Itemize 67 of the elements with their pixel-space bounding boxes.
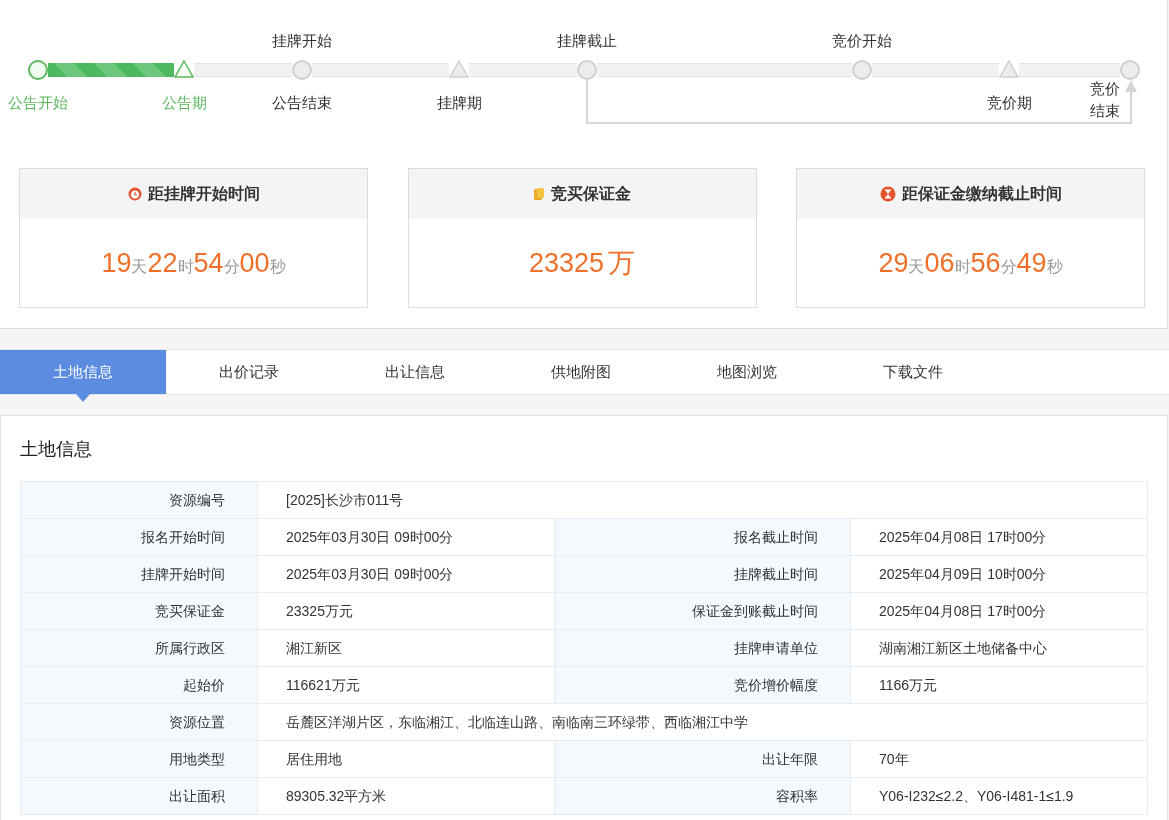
field-label: 挂牌申请单位	[554, 630, 851, 666]
timeline-label: 挂牌截止	[557, 31, 617, 51]
field-value: 70年	[878, 749, 910, 769]
field-value: 2025年03月30日 09时00分	[285, 527, 455, 547]
timeline-label: 竞价开始	[832, 31, 892, 51]
field-value: [2025]长沙市011号	[285, 490, 405, 510]
field-value: 2025年04月08日 17时00分	[878, 527, 1048, 547]
card-unit: 万	[608, 246, 636, 280]
card-number: 54	[193, 246, 224, 280]
card-unit: 秒	[269, 258, 286, 277]
card-number: 22	[147, 246, 178, 280]
field-label: 竞价增价幅度	[554, 667, 851, 703]
field-value: 湖南湘江新区土地储备中心	[878, 638, 1048, 658]
card-unit: 秒	[1046, 258, 1063, 277]
field-label: 挂牌截止时间	[554, 556, 851, 592]
section-title: 土地信息	[20, 438, 93, 461]
timeline-label: 挂牌开始	[272, 31, 332, 51]
field-label: 起始价	[21, 667, 258, 703]
field-label: 挂牌开始时间	[21, 556, 258, 592]
field-value: 湘江新区	[285, 638, 343, 658]
field-label: 竞买保证金	[21, 593, 258, 629]
card-number: 23325	[528, 246, 605, 280]
field-value: 2025年04月08日 17时00分	[878, 601, 1048, 621]
field-label: 用地类型	[21, 741, 258, 777]
timeline-label: 竞价结束	[1090, 79, 1121, 121]
card-unit: 分	[223, 258, 240, 277]
timeline-label: 公告开始	[8, 93, 68, 113]
timeline-label: 公告结束	[272, 93, 332, 113]
card-title: 竞买保证金	[551, 184, 631, 204]
timeline-label: 竞价期	[986, 93, 1032, 113]
card-number: 56	[970, 246, 1001, 280]
timeline-label: 公告期	[161, 93, 207, 113]
field-value: 116621万元	[285, 675, 361, 695]
field-value: Y06-I232≤2.2、Y06-I481-1≤1.9	[878, 786, 1075, 806]
field-label: 出让年限	[554, 741, 851, 777]
card-number: 00	[239, 246, 270, 280]
field-label: 保证金到账截止时间	[554, 593, 851, 629]
field-value: 2025年03月30日 09时00分	[285, 564, 455, 584]
card-unit: 天	[131, 258, 148, 277]
field-value: 居住用地	[285, 749, 343, 769]
card-number: 49	[1016, 246, 1047, 280]
field-value: 23325万元	[285, 601, 354, 621]
card-title: 距挂牌开始时间	[147, 184, 260, 204]
card-number: 19	[101, 246, 132, 280]
card-unit: 天	[908, 258, 925, 277]
field-value: 89305.32平方米	[285, 786, 388, 806]
field-label: 报名截止时间	[554, 519, 851, 555]
field-value: 1166万元	[878, 675, 939, 695]
field-value: 岳麓区洋湖片区，东临湘江、北临连山路、南临南三环绿带、西临湘江中学	[285, 712, 749, 732]
card-number: 06	[924, 246, 955, 280]
card-title: 距保证金缴纳截止时间	[901, 184, 1062, 204]
alarm-clock-icon	[127, 187, 142, 201]
field-label: 报名开始时间	[21, 519, 258, 555]
card-unit: 分	[1000, 258, 1017, 277]
card-unit: 时	[954, 258, 971, 277]
field-label: 资源位置	[21, 704, 258, 740]
field-label: 资源编号	[21, 482, 258, 518]
field-label: 出让面积	[21, 778, 258, 814]
card-number: 29	[878, 246, 909, 280]
card-unit: 时	[177, 258, 194, 277]
hourglass-icon	[879, 186, 896, 202]
field-label: 容积率	[554, 778, 851, 814]
tab-pointer-icon	[76, 394, 90, 402]
timeline-label: 挂牌期	[436, 93, 482, 113]
field-label: 所属行政区	[21, 630, 258, 666]
coins-icon	[533, 187, 545, 201]
field-value: 2025年04月09日 10时00分	[878, 564, 1048, 584]
